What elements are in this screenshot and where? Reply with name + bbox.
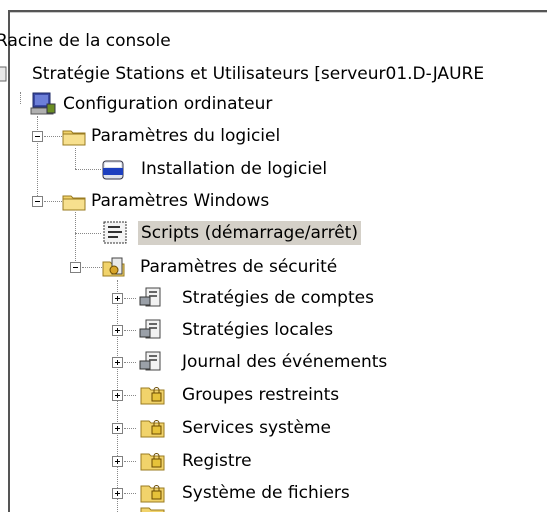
tree-node-label: Système de fichiers [182, 483, 350, 503]
expand-toggle[interactable] [112, 488, 123, 499]
expand-toggle[interactable] [112, 390, 123, 401]
tree-node-label: Stratégies de comptes [182, 288, 374, 308]
policy-icon [0, 66, 7, 82]
tree-node-registry[interactable]: Registre [136, 446, 255, 476]
locked-folder-icon [140, 420, 165, 438]
tree-node-label: Paramètres de sécurité [140, 257, 338, 277]
tree-node-label: Services système [182, 418, 332, 438]
tree-node-system-services[interactable]: Services système [136, 413, 334, 443]
folder-icon [62, 195, 86, 211]
tree-node-label: Installation de logiciel [141, 159, 328, 179]
tree-node-account-policies[interactable]: Stratégies de comptes [136, 283, 377, 313]
tree-node-label: Journal des événements [182, 352, 388, 372]
tree-node-policy[interactable]: Stratégie Stations et Utilisateurs [serv… [0, 59, 487, 89]
tree-node-label: Scripts (démarrage/arrêt) [138, 221, 361, 245]
locked-folder-icon [140, 507, 165, 512]
tree-node-windows-settings[interactable]: Paramètres Windows [62, 186, 272, 216]
tree-node-file-system[interactable]: Système de fichiers [136, 478, 353, 508]
collapse-toggle[interactable] [32, 196, 43, 207]
tree-node-label: Configuration ordinateur [63, 94, 273, 114]
expand-toggle[interactable] [112, 456, 123, 467]
tree-node-console-root[interactable]: Racine de la console [0, 26, 174, 56]
tree-node-label: Stratégie Stations et Utilisateurs [serv… [32, 64, 485, 84]
console-tree: Racine de la console Stratégie Stations … [0, 0, 547, 512]
collapse-toggle[interactable] [70, 262, 81, 273]
tree-node-label: Groupes restreints [182, 385, 340, 405]
tree-node-label: Racine de la console [0, 31, 171, 51]
policy-icon [139, 351, 161, 371]
security-folder-icon [102, 257, 125, 277]
folder-icon [62, 130, 86, 146]
tree-node-security-settings[interactable]: Paramètres de sécurité [102, 252, 340, 282]
script-icon [103, 221, 127, 244]
expand-toggle[interactable] [112, 423, 123, 434]
tree-node-label: Registre [182, 451, 252, 471]
expand-toggle[interactable] [112, 357, 123, 368]
expand-toggle[interactable] [112, 325, 123, 336]
tree-node-label: Paramètres Windows [91, 191, 270, 211]
tree-node-computer-config[interactable]: Configuration ordinateur [30, 89, 275, 119]
tree-node-event-log[interactable]: Journal des événements [136, 347, 390, 377]
tree-node-local-policies[interactable]: Stratégies locales [136, 315, 336, 345]
policy-icon [139, 319, 161, 339]
collapse-toggle[interactable] [32, 131, 43, 142]
policy-icon [139, 287, 161, 307]
tree-node-software-settings[interactable]: Paramètres du logiciel [62, 121, 283, 151]
package-icon [102, 160, 124, 180]
expand-toggle[interactable] [112, 293, 123, 304]
tree-node-scripts[interactable]: Scripts (démarrage/arrêt) [101, 218, 361, 248]
tree-node-software-install[interactable]: Installation de logiciel [101, 154, 330, 184]
locked-folder-icon [140, 453, 165, 471]
locked-folder-icon [140, 387, 165, 405]
tree-node-restricted-groups[interactable]: Groupes restreints [136, 380, 342, 410]
locked-folder-icon [140, 485, 165, 503]
tree-node-label: Paramètres du logiciel [91, 126, 281, 146]
computer-icon [30, 92, 56, 115]
tree-node-label: Stratégies locales [182, 320, 334, 340]
